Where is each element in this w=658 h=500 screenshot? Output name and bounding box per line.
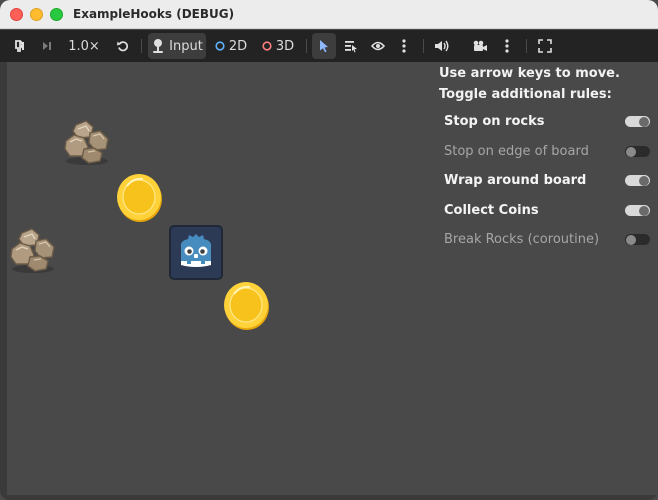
rule-label: Stop on edge of board (444, 143, 589, 159)
joystick-icon (153, 39, 164, 53)
next-frame-icon[interactable] (36, 33, 58, 59)
rule-label: Collect Coins (444, 202, 539, 218)
maximize-window-button[interactable] (50, 8, 63, 21)
close-window-button[interactable] (10, 8, 23, 21)
debug-toolbar: 1.0× Input 2D 3D (0, 30, 658, 62)
pause-icon[interactable] (10, 33, 32, 59)
toolbar-separator (526, 39, 527, 53)
input-label: Input (169, 38, 203, 54)
minimize-window-button[interactable] (30, 8, 43, 21)
more-options-icon[interactable] (394, 33, 414, 59)
viewport-left-border (0, 62, 7, 500)
coin-icon (222, 280, 272, 336)
coin-icon (115, 172, 165, 228)
speaker-icon[interactable] (430, 33, 454, 59)
godot-player-icon (169, 225, 223, 284)
title-bar[interactable]: ExampleHooks (DEBUG) (0, 0, 658, 29)
instructions-panel: Use arrow keys to move. Toggle additiona… (439, 66, 654, 108)
select-tool-icon[interactable] (312, 33, 336, 59)
speed-label: 1.0× (68, 38, 100, 54)
input-toggle-button[interactable]: Input (148, 33, 206, 59)
toolbar-separator (423, 39, 424, 53)
3d-circle-icon (262, 41, 272, 51)
rule-label: Break Rocks (coroutine) (444, 231, 600, 247)
rock-icon (8, 227, 58, 279)
speed-button[interactable]: 1.0× (66, 33, 102, 59)
rule-toggle-switch[interactable] (625, 116, 650, 127)
rule-collect-coins[interactable]: Collect Coins (444, 199, 654, 221)
rule-stop-on-rocks[interactable]: Stop on rocks (444, 110, 654, 132)
rule-break-rocks[interactable]: Break Rocks (coroutine) (444, 228, 654, 250)
rule-toggle-switch[interactable] (625, 146, 650, 157)
camera-icon[interactable] (468, 33, 492, 59)
visibility-eye-icon[interactable] (367, 33, 389, 59)
list-select-icon[interactable] (340, 33, 362, 59)
rule-toggle-switch[interactable] (625, 205, 650, 216)
rule-label: Wrap around board (444, 172, 587, 188)
viewport-bottom-border (0, 495, 658, 500)
window-title: ExampleHooks (DEBUG) (73, 7, 235, 21)
rule-toggle-switch[interactable] (625, 175, 650, 186)
camera-options-icon[interactable] (497, 33, 517, 59)
game-window: ExampleHooks (DEBUG) 1.0× Input 2D 3D Us… (0, 0, 658, 500)
mode-3d-button[interactable]: 3D (258, 33, 298, 59)
instructions-line-toggle: Toggle additional rules: (439, 87, 612, 102)
rock-icon (62, 119, 112, 171)
rule-stop-on-edge[interactable]: Stop on edge of board (444, 140, 654, 162)
fullscreen-icon[interactable] (533, 33, 557, 59)
rule-wrap-around[interactable]: Wrap around board (444, 169, 654, 191)
mode-2d-button[interactable]: 2D (212, 33, 250, 59)
toolbar-separator (306, 39, 307, 53)
mode-3d-label: 3D (275, 38, 295, 54)
instructions-line-move: Use arrow keys to move. (439, 66, 620, 81)
2d-circle-icon (215, 41, 225, 51)
reset-speed-icon[interactable] (112, 33, 134, 59)
rule-toggle-switch[interactable] (625, 234, 650, 245)
rule-label: Stop on rocks (444, 113, 545, 129)
mode-2d-label: 2D (228, 38, 248, 54)
toolbar-separator (141, 39, 142, 53)
